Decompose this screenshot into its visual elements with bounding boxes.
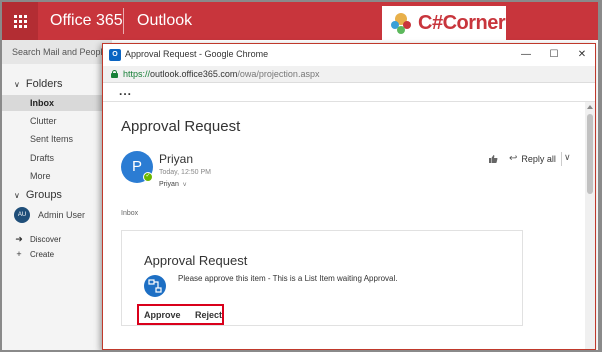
card-title: Approval Request (144, 253, 248, 268)
url-host: outlook.office365.com (150, 69, 238, 79)
search-input[interactable]: Search Mail and People (2, 40, 112, 64)
reply-all-label: Reply all (521, 153, 556, 164)
actionable-message-card: Approval Request Please approve this ite… (121, 230, 523, 326)
create-link[interactable]: + Create (14, 249, 54, 259)
approve-button[interactable]: Approve (144, 310, 181, 320)
suite-title[interactable]: Office 365 (50, 12, 123, 30)
logo-mark-icon (388, 10, 414, 36)
groups-heading[interactable]: ∨ Groups (14, 189, 62, 201)
scrollbar[interactable] (585, 102, 595, 349)
lock-icon (111, 70, 118, 78)
discover-link[interactable]: ➜ Discover (14, 234, 61, 245)
popup-titlebar[interactable]: O Approval Request - Google Chrome — ☐ ✕ (103, 44, 595, 66)
presence-available-icon: ✓ (143, 172, 153, 182)
thumbs-up-icon (489, 155, 498, 163)
folder-drafts[interactable]: Drafts (2, 150, 112, 166)
reply-all-button[interactable]: ↩ Reply all (509, 153, 556, 164)
scroll-up-icon[interactable] (587, 105, 593, 109)
screenshot-frame: Office 365 Outlook C#Corner Search Mail … (2, 2, 598, 350)
arrow-right-icon: ➜ (15, 234, 23, 244)
flow-icon (144, 275, 166, 297)
waffle-grid-icon (13, 14, 27, 28)
maximize-button[interactable]: ☐ (545, 47, 563, 63)
chevron-down-icon: ⅴ (182, 182, 187, 188)
app-launcher-button[interactable] (2, 2, 38, 40)
url-text: https://outlook.office365.com/owa/projec… (123, 69, 319, 79)
groups-heading-label: Groups (25, 189, 62, 201)
folder-clutter[interactable]: Clutter (2, 113, 112, 129)
sent-time: Today, 12:50 PM (159, 169, 212, 176)
reply-divider (561, 152, 562, 166)
folder-more[interactable]: More (2, 168, 112, 184)
logo-text: C#Corner (418, 11, 506, 34)
plus-icon: + (16, 249, 22, 259)
folder-label: Inbox (121, 210, 139, 217)
popup-window-title: Approval Request - Google Chrome (125, 49, 269, 59)
group-admin-user[interactable]: AU Admin User (14, 207, 85, 223)
app-title[interactable]: Outlook (137, 12, 192, 30)
topbar-divider (123, 8, 124, 34)
reject-button[interactable]: Reject (195, 310, 222, 320)
group-avatar: AU (14, 207, 30, 223)
chrome-popup-window: O Approval Request - Google Chrome — ☐ ✕… (102, 43, 596, 350)
folders-heading-label: Folders (25, 78, 63, 90)
csharp-corner-logo: C#Corner (382, 6, 506, 40)
like-button[interactable] (483, 154, 503, 168)
sender-name[interactable]: Priyan (159, 152, 193, 166)
left-navigation: ∨ Folders Inbox Clutter Sent Items Draft… (2, 64, 112, 350)
recipient-name: Priyan (159, 181, 179, 188)
message-subject: Approval Request (121, 118, 241, 135)
card-actions-highlight: Approve Reject (137, 304, 224, 325)
folder-inbox[interactable]: Inbox (2, 95, 112, 111)
discover-label: Discover (30, 235, 62, 244)
more-actions-button[interactable]: ... (119, 84, 132, 98)
card-description: Please approve this item - This is a Lis… (178, 274, 398, 283)
scrollbar-thumb[interactable] (587, 114, 593, 194)
create-label: Create (30, 249, 55, 259)
url-scheme: https:// (123, 69, 151, 79)
outlook-app-icon: O (109, 49, 121, 61)
minimize-button[interactable]: — (517, 47, 535, 63)
address-bar[interactable]: https://outlook.office365.com/owa/projec… (103, 66, 595, 83)
folder-sent-items[interactable]: Sent Items (2, 131, 112, 147)
reply-all-icon: ↩ (509, 153, 518, 164)
chevron-down-icon: ∨ (14, 190, 20, 200)
group-label: Admin User (38, 210, 86, 220)
close-button[interactable]: ✕ (573, 47, 591, 63)
office-top-bar: Office 365 Outlook C#Corner (2, 2, 598, 40)
recipient[interactable]: Priyan ⅴ (159, 181, 186, 188)
url-path: /owa/projection.aspx (237, 69, 320, 79)
chevron-down-icon: ∨ (14, 79, 20, 89)
reply-options-button[interactable]: ∨ (564, 152, 571, 163)
folders-heading[interactable]: ∨ Folders (14, 78, 63, 90)
message-toolbar: ... (103, 84, 595, 102)
